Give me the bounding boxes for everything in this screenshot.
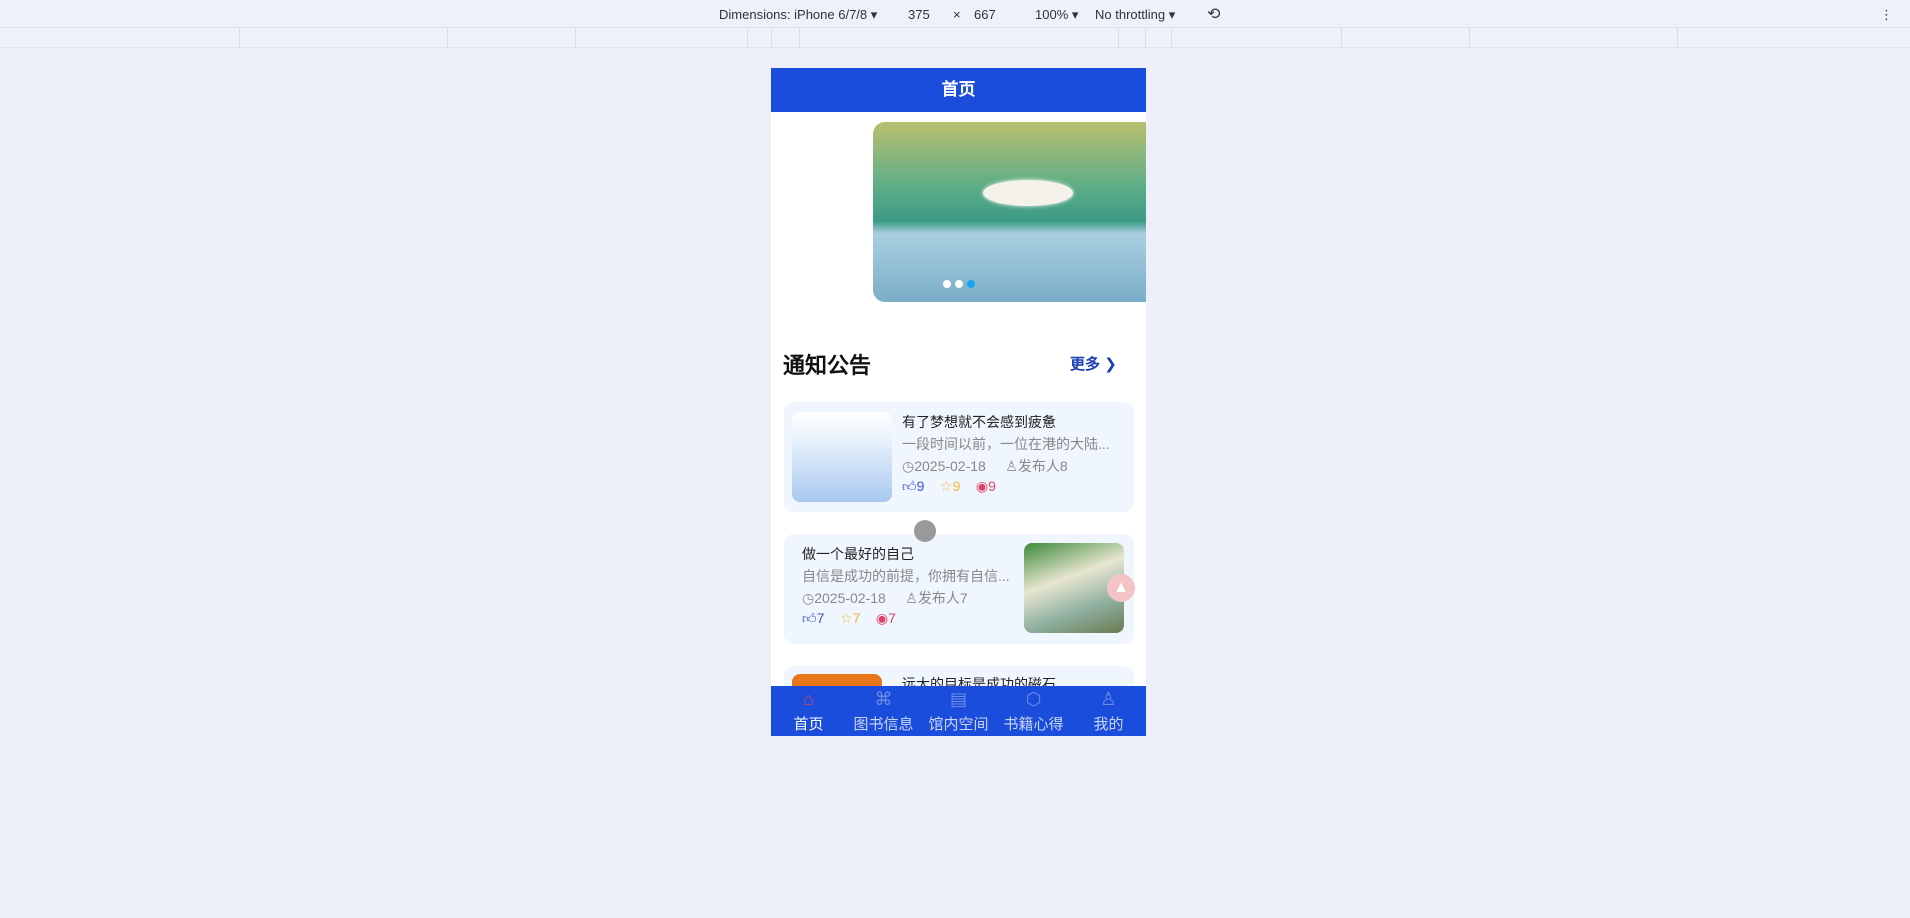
like-icon[interactable]: 👍︎ [802,610,817,626]
notice-desc: 一段时间以前，一位在港的大陆... [902,436,1110,452]
rotate-icon[interactable]: ⟲ [1207,4,1220,24]
more-options-icon[interactable]: ⋮ [1880,7,1893,23]
back-to-top-button[interactable]: ▲ [1107,574,1135,602]
star-icon[interactable]: ☆ [940,478,953,494]
star-count: 7 [852,610,861,626]
like-count: 7 [816,610,825,626]
tab-label: 书籍心得 [1003,716,1064,733]
notice-title: 有了梦想就不会感到疲惫 [902,414,1056,430]
carousel-dot[interactable] [955,280,963,288]
grid-icon: ⌘ [874,689,893,709]
times-label: × [953,7,961,22]
eye-icon: ◉ [975,478,989,494]
devtools-toolbar: Dimensions: iPhone 6/7/8 ▾ 375 × 667 100… [0,0,1910,28]
notice-title: 做一个最好的自己 [802,546,914,562]
touch-cursor [914,520,936,542]
like-icon[interactable]: 👍︎ [902,478,917,494]
notice-card[interactable]: 做一个最好的自己 自信是成功的前提，你拥有自信... ◷2025-02-18 ♙… [784,534,1134,644]
view-count: 9 [988,478,996,494]
like-count: 9 [916,478,925,494]
view-count: 7 [888,610,896,626]
star-icon[interactable]: ☆ [840,610,853,626]
tab-label: 图书信息 [853,716,914,733]
user-icon: ♙ [1100,689,1117,709]
star-count: 9 [952,478,961,494]
width-input[interactable]: 375 [908,7,930,22]
calendar-icon: ▤ [949,689,967,709]
user-icon: ♙ [905,590,918,606]
section-title: 通知公告 [783,353,872,378]
tab-label: 我的 [1093,716,1124,733]
tab-label: 馆内空间 [928,716,989,733]
zoom-select[interactable]: 100% ▾ [1035,7,1078,23]
carousel-dot[interactable] [943,280,951,288]
notice-date: 2025-02-18 [814,590,886,606]
media-query-bar[interactable] [0,28,1910,48]
clock-icon: ◷ [802,590,815,606]
carousel-banner[interactable] [873,122,1146,302]
phone-viewport: 首页 通知公告 更多 ❯ 有了梦想就不会感到疲惫 一段时间以前，一位在港的大陆.… [771,68,1146,736]
user-icon: ♙ [1005,458,1018,474]
throttling-select[interactable]: No throttling ▾ [1095,7,1175,23]
clock-icon: ◷ [902,458,915,474]
more-link[interactable]: 更多 ❯ [1070,353,1117,374]
eye-icon: ◉ [875,610,889,626]
tab-bar: ⌂ 首页 ⌘ 图书信息 ▤ 馆内空间 ⬡ 书籍心得 ♙ 我的 [771,686,1146,736]
carousel-dots [943,280,975,288]
carousel-dot-active[interactable] [967,280,975,288]
notice-date: 2025-02-18 [914,458,986,474]
banner-image [983,180,1073,206]
tab-book-notes[interactable]: ⬡ 书籍心得 [996,686,1071,736]
notice-desc: 自信是成功的前提，你拥有自信... [802,568,1010,584]
page-title: 首页 [771,68,1146,112]
box-icon: ⬡ [1025,689,1042,709]
home-icon: ⌂ [803,689,814,709]
notice-card[interactable]: 有了梦想就不会感到疲惫 一段时间以前，一位在港的大陆... ◷2025-02-1… [784,402,1134,512]
tab-library-space[interactable]: ▤ 馆内空间 [921,686,996,736]
more-label: 更多 [1070,356,1101,373]
chevron-right-icon: ❯ [1104,356,1117,373]
height-input[interactable]: 667 [974,7,996,22]
tab-label: 首页 [793,716,824,733]
device-select[interactable]: Dimensions: iPhone 6/7/8 ▾ [719,7,877,23]
tab-home[interactable]: ⌂ 首页 [771,686,846,736]
notice-author: 发布人8 [1017,458,1068,474]
notice-author: 发布人7 [917,590,968,606]
tab-book-info[interactable]: ⌘ 图书信息 [846,686,921,736]
tab-mine[interactable]: ♙ 我的 [1071,686,1146,736]
book-cover-image [792,412,892,502]
